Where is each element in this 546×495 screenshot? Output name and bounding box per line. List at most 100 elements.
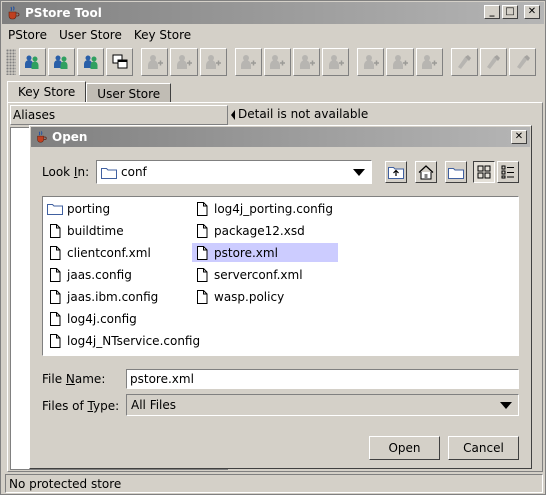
- remove-key-icon: [487, 55, 501, 69]
- toolbar-button-add-user[interactable]: [141, 48, 169, 76]
- file-item[interactable]: log4j_porting.config: [192, 199, 337, 218]
- toolbar-button-user-group[interactable]: [77, 48, 105, 76]
- open-store-icon: [25, 55, 39, 69]
- open-button[interactable]: Open: [369, 436, 440, 460]
- file-item[interactable]: wasp.policy: [192, 287, 288, 306]
- file-icon: [50, 311, 61, 326]
- file-name: jaas.ibm.config: [67, 289, 159, 304]
- file-icon: [50, 267, 61, 282]
- dialog-title-bar[interactable]: Open ✕: [31, 127, 530, 147]
- file-name: log4j_porting.config: [214, 201, 333, 216]
- file-icon: [197, 245, 208, 260]
- toolbar-button-edit-key[interactable]: [508, 48, 537, 76]
- user-group-icon: [177, 55, 193, 69]
- home-icon: [418, 164, 434, 179]
- menu-bar: PStore User Store Key Store: [2, 25, 544, 44]
- folder-item[interactable]: porting: [45, 199, 114, 218]
- add-member-icon: [363, 55, 379, 69]
- file-item[interactable]: log4j_NTservice.config: [45, 331, 204, 350]
- new-folder-button[interactable]: [445, 161, 467, 183]
- home-button[interactable]: [415, 161, 437, 183]
- add-user-icon: [147, 55, 163, 69]
- file-type-label: Files of Type:: [42, 399, 120, 413]
- detail-text: Detail is not available: [238, 107, 369, 121]
- add-key-icon: [458, 55, 472, 69]
- toolbar-button-add-member[interactable]: [357, 48, 385, 76]
- file-item[interactable]: serverconf.xml: [192, 265, 307, 284]
- swap-user-icon: [299, 55, 315, 69]
- java-cup-icon: [8, 6, 20, 20]
- details-view-button[interactable]: [497, 161, 519, 183]
- maximize-button[interactable]: □: [502, 5, 518, 19]
- toolbar-button-swap-member[interactable]: [415, 48, 443, 76]
- menu-key-store[interactable]: Key Store: [128, 28, 197, 42]
- file-item[interactable]: buildtime: [45, 221, 128, 240]
- toolbar-button-open-store[interactable]: [18, 48, 46, 76]
- new-folder-icon: [448, 167, 464, 179]
- edit-key-icon: [516, 55, 530, 69]
- toolbar-button-swap-user[interactable]: [293, 48, 321, 76]
- file-name: porting: [67, 201, 111, 216]
- aliases-header: Aliases: [10, 105, 228, 125]
- toolbar-button-remove-member[interactable]: [386, 48, 414, 76]
- title-bar[interactable]: PStore Tool _ □ ✕: [2, 2, 544, 24]
- dialog-close-button[interactable]: ✕: [511, 130, 527, 144]
- status-bar: No protected store: [5, 474, 543, 493]
- menu-user-store[interactable]: User Store: [53, 28, 128, 42]
- toolbar-button-user-arrow[interactable]: [322, 48, 350, 76]
- toolbar-button-user-group[interactable]: [170, 48, 198, 76]
- file-icon: [50, 289, 61, 304]
- collapse-left-icon: [230, 110, 235, 120]
- file-name-input[interactable]: pstore.xml: [126, 369, 519, 389]
- file-icon: [197, 201, 208, 216]
- menu-pstore[interactable]: PStore: [2, 28, 53, 42]
- file-type-combo[interactable]: All Files: [126, 394, 519, 416]
- file-name: wasp.policy: [214, 289, 285, 304]
- toolbar-button-remove-key[interactable]: [479, 48, 507, 76]
- dialog-title: Open: [52, 130, 88, 144]
- file-item[interactable]: jaas.config: [45, 265, 136, 284]
- toolbar-button-remove-user[interactable]: [263, 48, 291, 76]
- file-type-value: All Files: [131, 398, 177, 412]
- file-icon: [50, 223, 61, 238]
- look-in-value: conf: [121, 165, 147, 179]
- look-in-label: Look In:: [42, 165, 90, 179]
- up-one-level-button[interactable]: [385, 161, 407, 183]
- file-item[interactable]: pstore.xml: [192, 243, 338, 262]
- toolbar-grip[interactable]: [6, 49, 16, 75]
- file-name: serverconf.xml: [214, 267, 303, 282]
- file-icon: [197, 289, 208, 304]
- tab-key-store[interactable]: Key Store: [7, 81, 87, 103]
- file-name: log4j_NTservice.config: [67, 333, 201, 348]
- split-pane-divider[interactable]: [230, 105, 236, 125]
- user-properties-icon: [206, 55, 222, 69]
- file-list[interactable]: porting buildtime clientconf.xml jaas.confi…: [42, 196, 519, 356]
- toolbar-button-import-user[interactable]: [234, 48, 262, 76]
- toolbar-button-user-properties[interactable]: [199, 48, 227, 76]
- toolbar-button-windows[interactable]: [106, 48, 134, 76]
- toolbar-button-users[interactable]: [47, 48, 76, 76]
- open-dialog: Open ✕ Look In: conf porting buildtime c…: [29, 125, 532, 469]
- up-folder-icon: [388, 167, 404, 179]
- file-icon: [50, 245, 61, 260]
- file-item[interactable]: jaas.ibm.config: [45, 287, 162, 306]
- file-item[interactable]: package12.xsd: [192, 221, 309, 240]
- swap-member-icon: [422, 55, 438, 69]
- list-view-icon: [477, 165, 491, 179]
- file-icon: [197, 267, 208, 282]
- window-title: PStore Tool: [25, 6, 102, 20]
- file-item[interactable]: clientconf.xml: [45, 243, 155, 262]
- remove-member-icon: [392, 55, 408, 69]
- file-item[interactable]: log4j.config: [45, 309, 141, 328]
- cancel-button[interactable]: Cancel: [448, 436, 519, 460]
- toolbar: [2, 45, 544, 79]
- user-arrow-icon: [328, 55, 344, 69]
- import-user-icon: [241, 55, 257, 69]
- minimize-button[interactable]: _: [484, 5, 500, 19]
- close-button[interactable]: ✕: [524, 5, 540, 19]
- tab-user-store[interactable]: User Store: [86, 83, 172, 103]
- toolbar-button-add-key[interactable]: [450, 48, 478, 76]
- file-icon: [197, 223, 208, 238]
- list-view-button[interactable]: [473, 161, 495, 183]
- look-in-combo[interactable]: conf: [96, 160, 372, 184]
